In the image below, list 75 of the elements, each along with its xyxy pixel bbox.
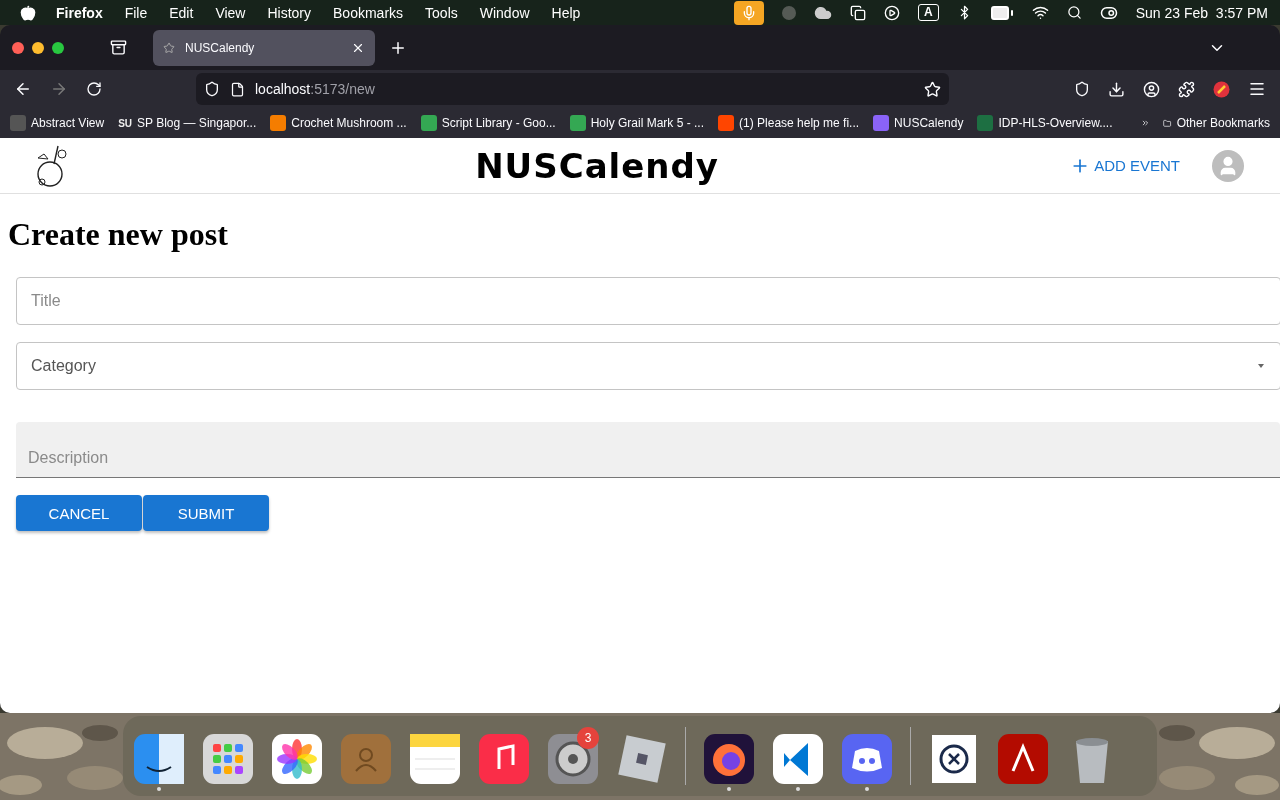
smiling-face-icon[interactable] [133,733,185,785]
bookmark-favicon-icon [270,115,287,131]
pen-extension-icon[interactable] [1213,80,1230,98]
menu-item[interactable]: View [215,4,246,21]
zoom-window-button[interactable] [52,41,64,54]
close-window-button[interactable] [12,41,24,54]
menu-item[interactable]: Window [479,4,530,21]
menu-clock[interactable]: Sun 23 Feb 3:57 PM [1135,4,1268,21]
pdf-icon[interactable] [997,733,1049,785]
search-icon[interactable] [1066,5,1082,20]
input-source-indicator[interactable]: A [918,4,939,21]
bookmark-item[interactable]: Crochet Mushroom ... [270,115,407,131]
category-select[interactable]: Category [16,342,1280,390]
code-editor-icon[interactable] [772,733,824,785]
play-icon[interactable] [884,4,900,21]
bookmark-item[interactable]: Holy Grail Mark 5 - ... [569,115,705,131]
microphone-icon[interactable] [734,0,764,25]
bookmark-favicon-icon [569,115,586,131]
notepad-icon[interactable] [409,733,461,785]
bookmark-favicon-icon [10,115,26,131]
app-grid-icon[interactable] [202,733,254,785]
apple-icon[interactable] [20,4,36,21]
account-icon[interactable] [1143,80,1160,98]
tray-icon[interactable] [110,39,127,56]
bookmark-favicon-icon [977,115,994,131]
page-heading: Create new post [8,216,229,253]
url-path: :5173/new [310,81,375,97]
tab-title: NUSCalendy [185,40,256,55]
form-button[interactable]: SUBMIT [143,495,269,531]
page-icon [230,81,245,97]
form-button[interactable]: CANCEL [16,495,142,531]
wifi-icon[interactable] [1031,4,1049,21]
bookmark-favicon: SU [118,116,133,131]
menu-item[interactable]: History [267,4,312,21]
tab-favicon-icon [163,41,175,54]
menu-item[interactable]: Bookmarks [333,4,404,21]
bookmark-item[interactable]: NUSCalendy [873,115,964,131]
menu-item[interactable]: Tools [425,4,458,21]
bookmark-item[interactable]: Script Library - Goo... [420,115,556,131]
music-note-icon[interactable] [478,733,530,785]
dot-icon[interactable] [782,5,796,20]
gear-icon[interactable] [547,733,599,785]
browser-tab[interactable]: NUSCalendy [153,29,375,66]
bookmark-item[interactable]: SU SP Blog — Singapor... [118,115,257,131]
dropdown-caret-icon [1256,363,1266,369]
other-bookmarks-folder[interactable]: Other Bookmarks [1176,116,1270,130]
download-icon[interactable] [1108,80,1125,98]
bookmark-favicon-icon [420,115,437,131]
coconut-drink-logo-icon[interactable] [34,143,68,188]
dock-item[interactable]: 3 [547,727,599,791]
windows-icon[interactable] [850,4,866,21]
add-event-button[interactable]: ADD EVENT [1066,151,1184,180]
bookmark-item[interactable]: Abstract View [10,115,105,131]
menu-item[interactable]: Edit [169,4,194,21]
menu-item[interactable]: Help [551,4,581,21]
menu-item[interactable]: File [124,4,148,21]
bookmark-item[interactable]: IDP-HLS-Overview.... [977,115,1113,131]
menu-app-name[interactable]: Firefox [56,4,103,21]
extensions-icon[interactable] [1178,80,1195,98]
bookmark-item[interactable]: (1) Please help me fi... [718,115,860,131]
minimize-window-button[interactable] [32,41,44,54]
bookmark-star-icon[interactable] [924,80,941,98]
url-host: localhost [255,81,311,97]
forward-icon[interactable] [50,80,68,98]
app-title: NUSCalendy [474,145,720,186]
notification-badge: 3 [577,727,599,749]
menu-icon[interactable] [1248,80,1266,98]
title-field[interactable]: Title [16,277,1280,325]
bookmark-favicon-icon [873,115,890,131]
address-bar[interactable]: localhost:5173/new [196,73,949,105]
shield-icon[interactable] [204,81,220,97]
flower-icon[interactable] [271,733,323,785]
reload-icon[interactable] [86,81,102,97]
back-icon[interactable] [14,80,32,98]
bookmark-favicon-icon [718,115,735,131]
